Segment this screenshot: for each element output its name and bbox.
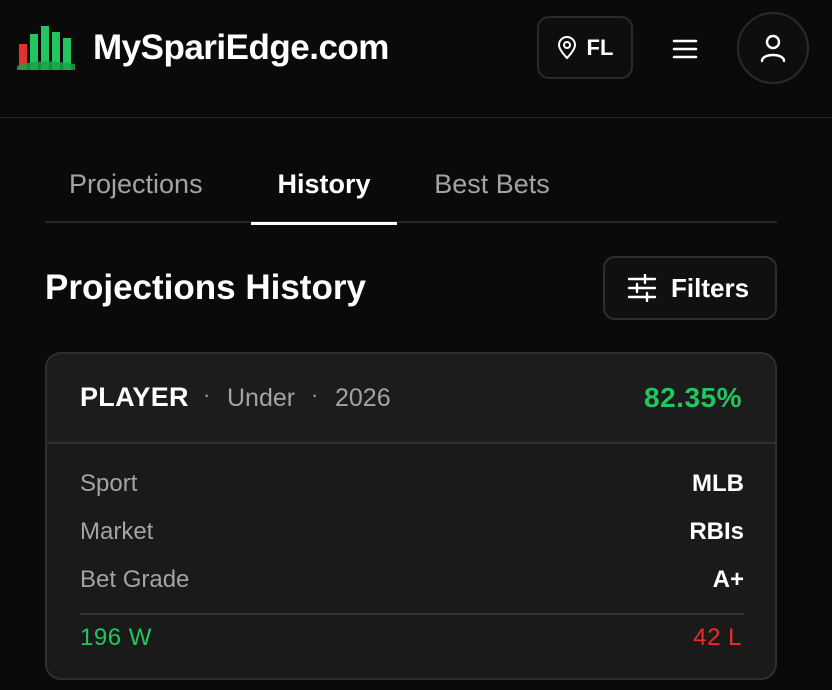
separator-dot: · bbox=[311, 382, 319, 407]
filters-button[interactable]: Filters bbox=[603, 256, 777, 320]
detail-row-bet-grade: Bet Grade A+ bbox=[80, 566, 744, 600]
detail-value: RBIs bbox=[689, 518, 744, 545]
page-title: Projections History bbox=[45, 268, 366, 307]
tab-projections[interactable]: Projections bbox=[45, 150, 243, 223]
detail-value: MLB bbox=[692, 470, 744, 497]
tab-best-bets[interactable]: Best Bets bbox=[417, 150, 567, 223]
wins-count: 196 W bbox=[80, 624, 152, 651]
card-header: PLAYER · Under · 2026 82.35% bbox=[47, 354, 775, 444]
location-button[interactable]: FL bbox=[537, 16, 633, 79]
detail-row-market: Market RBIs bbox=[80, 518, 744, 552]
profile-button[interactable] bbox=[737, 12, 809, 84]
bar-chart-logo-icon[interactable] bbox=[17, 22, 75, 72]
projection-card[interactable]: PLAYER · Under · 2026 82.35% Sport MLB M… bbox=[45, 352, 777, 680]
menu-button[interactable] bbox=[662, 26, 708, 72]
detail-label: Bet Grade bbox=[80, 566, 190, 593]
detail-row-sport: Sport MLB bbox=[80, 470, 744, 504]
player-name: PLAYER bbox=[80, 382, 189, 412]
hamburger-menu-icon bbox=[672, 39, 698, 59]
user-icon bbox=[760, 34, 786, 63]
filters-label: Filters bbox=[671, 272, 750, 303]
sliders-icon bbox=[627, 274, 657, 302]
tab-history[interactable]: History bbox=[251, 150, 397, 225]
hit-rate-percent: 82.35% bbox=[644, 382, 742, 413]
map-pin-icon bbox=[557, 35, 576, 59]
losses-count: 42 L bbox=[693, 624, 742, 651]
detail-value: A+ bbox=[712, 566, 744, 593]
bet-side: Under bbox=[227, 384, 296, 412]
tab-bar: Projections History Best Bets bbox=[45, 150, 777, 225]
brand-name[interactable]: MySpariEdge.com bbox=[93, 24, 389, 72]
top-header: MySpariEdge.com FL bbox=[0, 0, 832, 118]
season-year: 2026 bbox=[335, 384, 391, 412]
detail-label: Sport bbox=[80, 470, 138, 497]
detail-label: Market bbox=[80, 518, 154, 545]
separator-dot: · bbox=[203, 382, 211, 407]
card-divider bbox=[80, 613, 744, 615]
location-label: FL bbox=[586, 34, 614, 60]
